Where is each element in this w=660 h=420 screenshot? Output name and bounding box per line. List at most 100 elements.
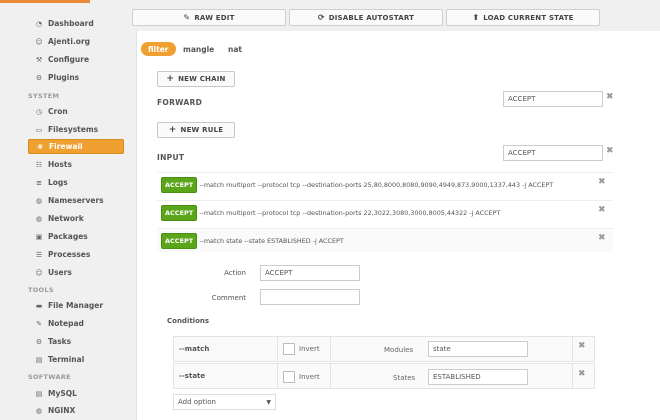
add-option-label: Add option xyxy=(178,398,216,406)
sidebar-item-notepad[interactable]: ✎ Notepad xyxy=(28,316,124,331)
sidebar-item-plugins[interactable]: ⚙ Plugins xyxy=(28,70,124,85)
rule-row[interactable]: ACCEPT --match multiport --protocol tcp … xyxy=(157,172,613,196)
sidebar-item-tasks[interactable]: ⚙ Tasks xyxy=(28,334,124,349)
rule-action-badge: ACCEPT xyxy=(161,176,198,193)
tasks-icon: ☰ xyxy=(35,250,43,259)
sidebar-item-users[interactable]: ☺ Users xyxy=(28,265,124,280)
tab-mangle[interactable]: mangle xyxy=(183,42,214,56)
refresh-icon: ⟳ xyxy=(317,13,325,22)
tab-nat[interactable]: nat xyxy=(228,42,242,56)
sidebar-item-terminal[interactable]: ▤ Terminal xyxy=(28,352,124,367)
divider xyxy=(572,337,573,361)
sidebar-item-firewall[interactable]: ❀ Firewall xyxy=(28,139,124,154)
rule-row[interactable]: ACCEPT --match multiport --protocol tcp … xyxy=(157,200,613,224)
sidebar-item-label: Ajenti.org xyxy=(48,37,91,46)
load-current-state-label: LOAD CURRENT STATE xyxy=(483,13,574,22)
invert-label: Invert xyxy=(299,373,320,381)
divider xyxy=(330,337,331,361)
sidebar-item-label: File Manager xyxy=(48,301,104,310)
sidebar-item-label: Configure xyxy=(48,55,90,64)
comment-label: Comment xyxy=(211,294,246,302)
sidebar-item-file-manager[interactable]: ▬ File Manager xyxy=(28,298,124,313)
cog-icon: ⚙ xyxy=(35,337,43,346)
sidebar-item-logs[interactable]: ≡ Logs xyxy=(28,175,124,190)
gift-icon: ▣ xyxy=(35,232,43,241)
caret-down-icon: ▼ xyxy=(266,398,271,406)
new-chain-label: NEW CHAIN xyxy=(178,75,226,83)
tab-filter[interactable]: filter xyxy=(141,42,176,56)
sidebar-item-processes[interactable]: ☰ Processes xyxy=(28,247,124,262)
arrow-up-icon: ⬆ xyxy=(472,13,480,22)
new-chain-button[interactable]: + NEW CHAIN xyxy=(157,71,235,87)
condition-row: --state Invert States ESTABLISHED xyxy=(173,363,595,389)
sidebar-item-label: Processes xyxy=(48,250,91,259)
sidebar-item-nginx[interactable]: ◍ NGINX xyxy=(28,403,124,418)
states-label: States xyxy=(393,374,416,382)
edit-icon: ✎ xyxy=(36,319,42,328)
delete-chain-icon[interactable]: ✖ xyxy=(606,92,614,102)
sidebar-item-mysql[interactable]: ▤ MySQL xyxy=(28,386,124,401)
sidebar-item-label: Dashboard xyxy=(48,19,94,28)
delete-rule-icon[interactable]: ✖ xyxy=(598,177,606,187)
forward-policy-input[interactable]: ACCEPT xyxy=(503,91,603,107)
disable-autostart-button[interactable]: ⟳ DISABLE AUTOSTART xyxy=(289,9,443,26)
cogs-icon: ⚙ xyxy=(35,73,43,82)
load-current-state-button[interactable]: ⬆ LOAD CURRENT STATE xyxy=(446,9,600,26)
action-input[interactable]: ACCEPT xyxy=(260,265,360,281)
sidebar-item-label: Nameservers xyxy=(48,196,104,205)
invert-checkbox[interactable] xyxy=(283,343,295,355)
sidebar-item-dashboard[interactable]: ◔ Dashboard xyxy=(28,16,124,31)
sidebar-item-ajenti-org[interactable]: ☺ Ajenti.org xyxy=(28,34,124,49)
sidebar-item-hosts[interactable]: ☷ Hosts xyxy=(28,157,124,172)
pencil-icon: ✎ xyxy=(183,13,191,22)
delete-chain-icon[interactable]: ✖ xyxy=(606,146,614,156)
sidebar-item-label: Filesystems xyxy=(48,125,99,134)
sidebar-item-nameservers[interactable]: ◍ Nameservers xyxy=(28,193,124,208)
new-rule-label: NEW RULE xyxy=(180,126,224,134)
sidebar-item-label: Terminal xyxy=(48,355,85,364)
rule-action-badge: ACCEPT xyxy=(161,204,198,221)
sidebar-item-label: Firewall xyxy=(49,142,83,151)
globe-icon: ◍ xyxy=(35,214,43,223)
condition-name: --match xyxy=(179,345,210,353)
delete-condition-icon[interactable]: ✖ xyxy=(578,369,586,379)
sidebar: ◔ Dashboard ☺ Ajenti.org ⚒ Configure ⚙ Plugi… xyxy=(0,0,128,420)
list-icon: ≡ xyxy=(36,178,42,187)
delete-rule-icon[interactable]: ✖ xyxy=(598,205,606,215)
sitemap-icon: ☷ xyxy=(35,160,43,169)
sidebar-item-filesystems[interactable]: ▭ Filesystems xyxy=(28,122,124,137)
add-option-select[interactable]: Add option ▼ xyxy=(173,394,276,410)
sidebar-item-configure[interactable]: ⚒ Configure xyxy=(28,52,124,67)
invert-checkbox[interactable] xyxy=(283,371,295,383)
fire-icon: ❀ xyxy=(37,142,43,151)
comment-input[interactable] xyxy=(260,289,360,305)
section-label-software: SOFTWARE xyxy=(28,373,71,381)
delete-condition-icon[interactable]: ✖ xyxy=(578,341,586,351)
sidebar-item-network[interactable]: ◍ Network xyxy=(28,211,124,226)
rule-row-selected[interactable]: ACCEPT --match state --state ESTABLISHED… xyxy=(157,228,613,252)
input-policy-input[interactable]: ACCEPT xyxy=(503,145,603,161)
plus-icon: + xyxy=(168,125,177,135)
sidebar-item-label: Hosts xyxy=(48,160,72,169)
divider xyxy=(572,364,573,388)
sidebar-item-label: Tasks xyxy=(48,337,72,346)
globe-icon: ◍ xyxy=(35,406,43,415)
states-input[interactable]: ESTABLISHED xyxy=(428,369,528,385)
rule-action-badge: ACCEPT xyxy=(161,232,198,249)
section-label-tools: TOOLS xyxy=(28,286,54,294)
modules-input[interactable]: state xyxy=(428,341,528,357)
sidebar-item-label: Notepad xyxy=(48,319,84,328)
raw-edit-button[interactable]: ✎ RAW EDIT xyxy=(132,9,286,26)
sidebar-item-packages[interactable]: ▣ Packages xyxy=(28,229,124,244)
sidebar-item-label: Logs xyxy=(48,178,68,187)
action-label: Action xyxy=(224,269,246,277)
condition-row: --match Invert Modules state xyxy=(173,336,595,362)
sidebar-item-cron[interactable]: ◷ Cron xyxy=(28,104,124,119)
plus-icon: + xyxy=(166,74,175,84)
modules-label: Modules xyxy=(384,346,414,354)
sidebar-item-label: Network xyxy=(48,214,84,223)
section-label-system: SYSTEM xyxy=(28,92,60,100)
raw-edit-label: RAW EDIT xyxy=(194,13,235,22)
new-rule-button[interactable]: + NEW RULE xyxy=(157,122,235,138)
delete-rule-icon[interactable]: ✖ xyxy=(598,233,606,243)
